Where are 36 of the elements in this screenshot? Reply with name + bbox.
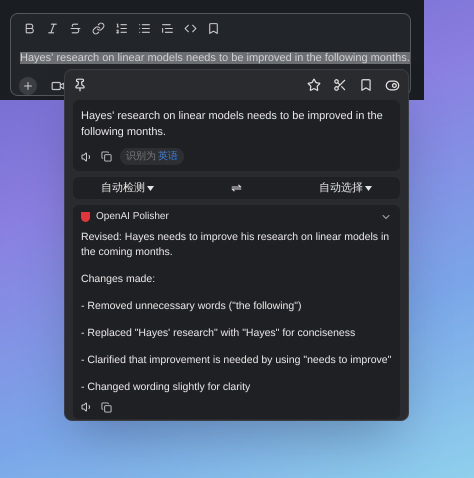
- link-icon[interactable]: [92, 22, 105, 35]
- copy-icon[interactable]: [101, 402, 112, 412]
- target-language-dropdown[interactable]: 自动选择: [319, 180, 372, 196]
- bold-icon[interactable]: [23, 22, 36, 35]
- star-icon[interactable]: [307, 78, 321, 92]
- video-icon[interactable]: [51, 79, 65, 93]
- italic-icon[interactable]: [46, 22, 59, 35]
- result-text: - Replaced "Hayes' research" with "Hayes" for conciseness: [81, 326, 356, 341]
- caret-icon: [365, 186, 372, 190]
- speaker-icon[interactable]: [81, 150, 93, 162]
- result-text: - Changed wording slightly for clarity: [81, 380, 252, 395]
- bookmark-icon[interactable]: [359, 78, 373, 92]
- quote-icon[interactable]: [161, 22, 174, 35]
- plus-icon: [22, 80, 34, 92]
- toggle-icon[interactable]: [385, 78, 400, 92]
- source-language-dropdown[interactable]: 自动检测: [101, 180, 154, 196]
- result-text: - Clarified that improvement is needed by using "needs to improve": [81, 353, 392, 368]
- caret-icon: [147, 186, 154, 190]
- pin-icon[interactable]: [73, 78, 87, 92]
- scissors-icon[interactable]: [333, 78, 347, 92]
- swap-button[interactable]: ⇌: [231, 178, 242, 198]
- detected-label: 识别为: [126, 150, 156, 164]
- source-text[interactable]: Hayes' research on linear models needs to be improved in the following months.: [81, 108, 392, 140]
- copy-icon[interactable]: [101, 151, 112, 162]
- result-text: - Removed unnecessary words ("the following"): [81, 299, 302, 314]
- service-name: OpenAI Polisher: [96, 210, 169, 224]
- shield-icon: [81, 212, 90, 222]
- bullet-list-icon[interactable]: [138, 22, 151, 35]
- detected-language: 英语: [158, 150, 178, 164]
- result-text: Revised: Hayes needs to improve his research on linear models in the coming months.: [81, 230, 390, 260]
- code-icon[interactable]: [184, 22, 197, 35]
- speaker-icon[interactable]: [81, 401, 93, 413]
- ordered-list-icon[interactable]: [115, 22, 128, 35]
- result-text: Changes made:: [81, 272, 156, 287]
- strikethrough-icon[interactable]: [69, 22, 82, 35]
- add-button[interactable]: [19, 77, 37, 95]
